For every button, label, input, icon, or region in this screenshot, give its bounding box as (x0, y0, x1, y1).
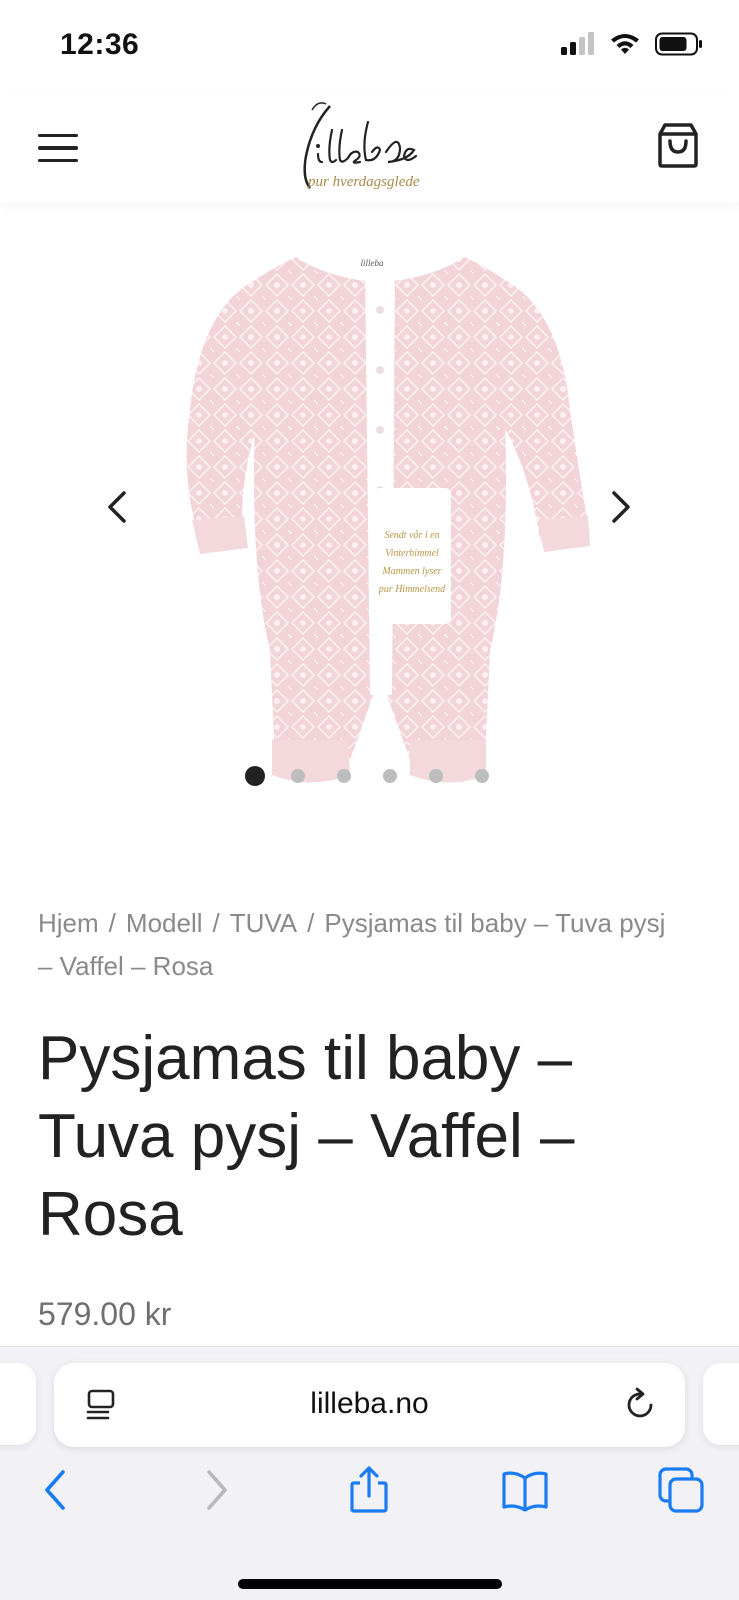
gallery-dot[interactable] (337, 769, 351, 783)
hamburger-menu-icon[interactable] (38, 126, 82, 170)
breadcrumb-separator: / (212, 908, 220, 938)
gallery-dot[interactable] (383, 769, 397, 783)
site-header: pur hverdagsglede (0, 96, 739, 202)
svg-text:lilleba: lilleba (361, 258, 384, 268)
gallery-dot[interactable] (291, 769, 305, 783)
svg-text:pur Himmelsend: pur Himmelsend (378, 584, 446, 595)
breadcrumb-link-tuva[interactable]: TUVA (230, 908, 297, 938)
gallery-prev-arrow-icon[interactable] (98, 487, 138, 527)
bookmarks-icon[interactable] (500, 1465, 550, 1515)
forward-arrow-icon[interactable] (190, 1465, 240, 1515)
reload-icon[interactable] (623, 1385, 659, 1423)
shopping-bag-icon[interactable] (653, 120, 703, 170)
svg-text:Sendt vår i en: Sendt vår i en (384, 530, 439, 541)
browser-chrome: lilleba.no (0, 1346, 739, 1600)
browser-toolbar (0, 1465, 739, 1529)
url-text: lilleba.no (310, 1387, 429, 1420)
status-icons (561, 32, 703, 56)
battery-icon (655, 32, 702, 56)
next-tab-preview[interactable] (703, 1363, 739, 1445)
product-price: 579.00 kr (38, 1296, 172, 1332)
breadcrumb-separator: / (108, 908, 116, 938)
signal-icon (561, 32, 594, 55)
status-bar: 12:36 (0, 0, 739, 96)
svg-text:Vinterhimmel: Vinterhimmel (385, 548, 439, 559)
back-arrow-icon[interactable] (32, 1465, 82, 1515)
status-time: 12:36 (60, 28, 140, 61)
home-indicator (238, 1579, 502, 1589)
breadcrumb-link-home[interactable]: Hjem (38, 908, 99, 938)
gallery-next-arrow-icon[interactable] (600, 487, 640, 527)
gallery-dot[interactable] (245, 766, 265, 786)
address-bar[interactable]: lilleba.no (54, 1363, 685, 1447)
breadcrumb: Hjem / Modell / TUVA / Pysjamas til baby – Tuv… (38, 902, 678, 988)
gallery-dot[interactable] (429, 769, 443, 783)
breadcrumb-separator: / (307, 908, 315, 938)
brand-logo[interactable]: pur hverdagsglede (288, 96, 448, 202)
gallery-dot[interactable] (475, 769, 489, 783)
wifi-icon (611, 34, 639, 54)
product-title: Pysjamas til baby – Tuva pysj – Vaffel –… (38, 1024, 575, 1249)
tabs-icon[interactable] (656, 1465, 706, 1515)
product-image[interactable]: lilleba Sendt vår i en Vinterhimmel Mamm… (160, 220, 600, 820)
previous-tab-preview[interactable] (0, 1363, 36, 1445)
svg-text:pur hverdagsglede: pur hverdagsglede (307, 174, 420, 190)
gallery-pagination (245, 766, 521, 786)
share-icon[interactable] (344, 1465, 394, 1515)
product-gallery: lilleba Sendt vår i en Vinterhimmel Mamm… (0, 202, 739, 832)
breadcrumb-link-modell[interactable]: Modell (126, 908, 203, 938)
svg-text:Mammen lyser: Mammen lyser (381, 566, 441, 577)
